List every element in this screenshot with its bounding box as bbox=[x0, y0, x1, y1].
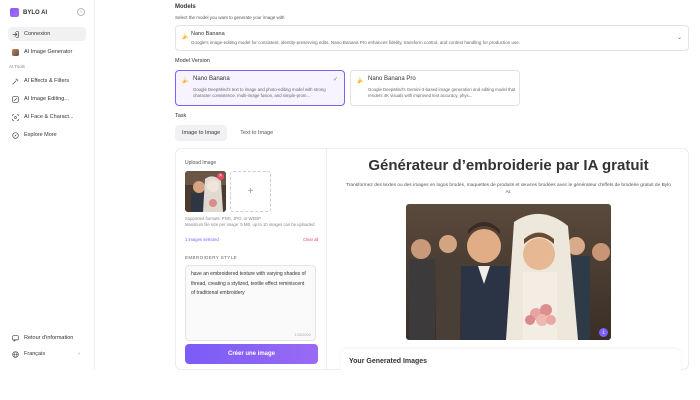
task-tabs: Image to Image Text to Image bbox=[175, 125, 280, 141]
sidebar: BYLO AI ‹ Connexion AI Image Generator A… bbox=[0, 0, 95, 370]
style-text: have an embroidered texture with varying… bbox=[191, 271, 306, 296]
images-selected-count: 1 images selected bbox=[185, 237, 219, 242]
brand-logo bbox=[10, 8, 19, 17]
input-column: Upload Image × + Supported formats: PNG,… bbox=[176, 149, 327, 371]
supported-formats: Supported formats: PNG, JPG, or WEBP Max… bbox=[185, 216, 315, 227]
chevron-down-icon: ⌄ bbox=[676, 35, 682, 41]
add-image-button[interactable]: + bbox=[230, 171, 271, 212]
task-heading: Task bbox=[175, 113, 187, 119]
version-title: Nano Banana Pro bbox=[368, 76, 416, 82]
sidebar-item-connexion[interactable]: Connexion bbox=[8, 27, 86, 41]
sidebar-item-ai-image-editing[interactable]: AI Image Editing... bbox=[8, 92, 86, 106]
version-card-nano-banana-pro[interactable]: 🍌 Nano Banana Pro Google DeepMind's Gemi… bbox=[350, 70, 520, 106]
hero-title: Générateur d’embroiderie par IA gratuit bbox=[368, 157, 649, 174]
preview-image: ⤓ bbox=[406, 204, 611, 340]
sidebar-item-label: Explore More bbox=[24, 132, 57, 138]
version-card-nano-banana[interactable]: 🍌 Nano Banana ✓ Google DeepMind's text t… bbox=[175, 70, 345, 106]
uploaded-image-thumbnail[interactable]: × bbox=[185, 171, 226, 212]
face-icon bbox=[12, 113, 19, 121]
login-icon bbox=[12, 30, 19, 38]
brand[interactable]: BYLO AI bbox=[10, 8, 47, 17]
banana-icon: 🍌 bbox=[181, 34, 189, 40]
model-select[interactable]: 🍌 Nano Banana Google's image-editing mod… bbox=[175, 25, 689, 51]
sidebar-item-label: Connexion bbox=[24, 31, 51, 37]
model-description: Google's image-editing model for consist… bbox=[191, 40, 520, 45]
sidebar-item-label: AI Image Generator bbox=[24, 49, 73, 55]
model-title: Nano Banana bbox=[191, 31, 225, 37]
version-description: Google DeepMind's text to image and phot… bbox=[193, 87, 326, 98]
model-version-heading: Model Version bbox=[175, 58, 210, 64]
style-label: EMBROIDERY STYLE bbox=[185, 255, 237, 260]
create-image-button[interactable]: Créer une image bbox=[185, 344, 318, 364]
language-selector[interactable]: Français › bbox=[8, 347, 86, 361]
char-count: 133/2000 bbox=[294, 332, 311, 337]
sidebar-item-label: AI Effects & Filters bbox=[24, 78, 70, 84]
version-title: Nano Banana bbox=[193, 76, 230, 82]
effects-icon bbox=[12, 78, 19, 85]
sidebar-item-ai-image-generator[interactable]: AI Image Generator bbox=[8, 45, 86, 59]
tab-image-to-image[interactable]: Image to Image bbox=[175, 125, 228, 141]
style-textarea[interactable]: have an embroidered texture with varying… bbox=[185, 265, 316, 341]
generated-images-title: Your Generated Images bbox=[349, 358, 428, 365]
models-heading: Models bbox=[175, 4, 196, 10]
feedback-icon bbox=[12, 334, 19, 342]
remove-image-icon[interactable]: × bbox=[217, 173, 224, 180]
sidebar-item-explore-more[interactable]: Explore More bbox=[8, 128, 86, 142]
models-subheading: Select the model you want to generate yo… bbox=[175, 15, 285, 20]
sidebar-item-ai-face[interactable]: AI Face & Charact... bbox=[8, 110, 86, 124]
upload-title: Upload Image bbox=[185, 160, 217, 166]
feedback-label: Retour d'information bbox=[24, 335, 74, 341]
generator-panel: Upload Image × + Supported formats: PNG,… bbox=[175, 148, 689, 371]
check-icon: ✓ bbox=[332, 77, 338, 83]
compass-icon bbox=[12, 131, 19, 139]
banana-icon: 🍌 bbox=[356, 78, 364, 84]
generated-images-section: Your Generated Images bbox=[341, 349, 681, 371]
hero-description: Transformez des textes ou des images en … bbox=[346, 183, 671, 195]
chevron-right-icon: › bbox=[78, 351, 80, 357]
edit-icon bbox=[12, 95, 19, 103]
tab-text-to-image[interactable]: Text to Image bbox=[233, 125, 280, 141]
sidebar-item-label: AI Face & Charact... bbox=[24, 114, 74, 120]
language-label: Français bbox=[24, 351, 46, 357]
section-label: AI Tools bbox=[9, 64, 25, 69]
banana-icon: 🍌 bbox=[181, 78, 189, 84]
avatar-thumbnail bbox=[12, 48, 19, 56]
sidebar-item-label: AI Image Editing... bbox=[24, 96, 69, 102]
brand-name: BYLO AI bbox=[23, 9, 48, 16]
main-content: Models Select the model you want to gene… bbox=[95, 0, 700, 371]
feedback-link[interactable]: Retour d'information bbox=[8, 331, 86, 345]
download-icon[interactable]: ⤓ bbox=[599, 328, 608, 337]
globe-icon bbox=[12, 350, 19, 358]
bottom-strip bbox=[0, 370, 700, 400]
collapse-icon[interactable]: ‹ bbox=[77, 8, 85, 16]
version-description: Google DeepMind's Gemini-3-based image g… bbox=[368, 87, 516, 98]
clear-all-link[interactable]: Clear all bbox=[303, 237, 318, 242]
sidebar-item-ai-effects[interactable]: AI Effects & Filters bbox=[8, 74, 86, 88]
